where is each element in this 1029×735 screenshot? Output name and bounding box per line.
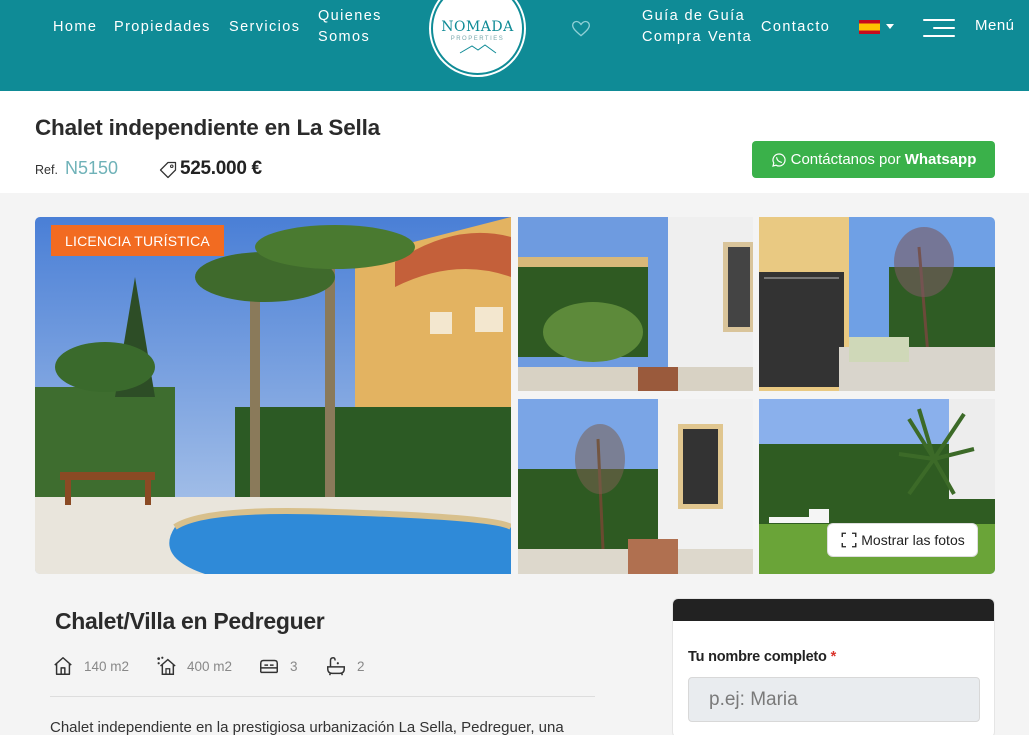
whatsapp-prefix: Contáctanos por <box>790 151 901 168</box>
mountain-icon <box>459 44 496 54</box>
name-input[interactable] <box>688 677 980 722</box>
name-label-text: Tu nombre completo <box>688 649 827 665</box>
details-divider <box>50 696 595 697</box>
tourist-license-badge: LICENCIA TURÍSTICA <box>51 225 224 256</box>
whatsapp-icon <box>771 152 786 167</box>
ref-value: N5150 <box>65 158 119 178</box>
gallery-thumb-2[interactable] <box>759 217 995 391</box>
feature-built-area: 140 m2 <box>52 655 129 677</box>
nav-quienes-line1: Quienes <box>318 8 382 24</box>
built-area-value: 140 m2 <box>84 658 130 674</box>
heart-icon[interactable] <box>571 19 591 39</box>
photo-gallery <box>35 217 995 574</box>
expand-icon <box>841 532 857 548</box>
feature-bedrooms: 3 <box>258 655 298 677</box>
caret-down-icon[interactable] <box>886 24 894 29</box>
plot-area-value: 400 m2 <box>187 658 233 674</box>
whatsapp-contact-button[interactable]: Contáctanos por Whatsapp <box>752 141 995 178</box>
plot-icon <box>157 656 176 675</box>
garden-image <box>518 217 753 391</box>
nav-guia-compra-line1: Guía de <box>642 8 704 24</box>
nav-propiedades[interactable]: Propiedades <box>114 17 211 38</box>
whatsapp-bold: Whatsapp <box>904 151 977 168</box>
gallery-thumb-3[interactable] <box>518 399 753 574</box>
logo-sub: PROPERTIES <box>450 36 505 42</box>
nav-guia-compra[interactable]: Guía de Compra <box>642 6 703 48</box>
nav-quienes-somos[interactable]: Quienes Somos <box>318 6 382 48</box>
bedrooms-value: 3 <box>290 658 298 674</box>
nav-guia-venta-line2: Venta <box>708 29 753 45</box>
nav-quienes-line2: Somos <box>318 29 371 45</box>
nav-contacto[interactable]: Contacto <box>761 17 830 38</box>
name-field-label: Tu nombre completo * <box>688 649 836 665</box>
nav-guia-compra-line2: Compra <box>642 29 702 45</box>
logo-name: NOMADA <box>441 19 514 35</box>
spain-flag-icon[interactable] <box>859 20 880 34</box>
property-subtitle: Chalet/Villa en Pedreguer <box>55 608 325 634</box>
bathrooms-value: 2 <box>357 658 365 674</box>
required-mark: * <box>830 649 837 665</box>
pool-villa-image <box>35 217 511 574</box>
path-image <box>518 399 753 574</box>
ref-label: Ref. <box>35 163 58 177</box>
property-title: Chalet independiente en La Sella <box>35 115 380 140</box>
nav-guia-venta-line1: Guía <box>708 8 746 24</box>
property-description: Chalet independiente en la prestigiosa u… <box>50 719 564 735</box>
house-icon <box>54 657 72 675</box>
menu-button[interactable]: Menú <box>975 17 1015 34</box>
bathtub-icon <box>327 657 345 676</box>
feature-bathrooms: 2 <box>325 655 365 677</box>
feature-plot-area: 400 m2 <box>155 655 232 677</box>
show-photos-label: Mostrar las fotos <box>861 532 965 548</box>
hamburger-menu-icon[interactable] <box>923 17 955 39</box>
property-title-bar: Chalet independiente en La Sella Ref. N5… <box>0 91 1029 193</box>
form-header <box>673 599 994 621</box>
show-photos-button[interactable]: Mostrar las fotos <box>827 523 978 557</box>
nomada-logo[interactable]: NOMADA PROPERTIES <box>431 0 524 75</box>
price-tag-icon <box>159 161 177 179</box>
terrace-image <box>759 217 995 391</box>
bed-icon <box>260 659 278 674</box>
nav-guia-venta[interactable]: Guía Venta <box>708 6 752 48</box>
gallery-thumb-1[interactable] <box>518 217 753 391</box>
site-header: Home Propiedades Servicios Quienes Somos… <box>0 0 1029 91</box>
nav-servicios[interactable]: Servicios <box>229 17 300 38</box>
nav-home[interactable]: Home <box>53 17 97 38</box>
main-photo[interactable] <box>35 217 511 574</box>
price: 525.000 € <box>180 158 262 179</box>
contact-form: Tu nombre completo * <box>672 598 995 735</box>
